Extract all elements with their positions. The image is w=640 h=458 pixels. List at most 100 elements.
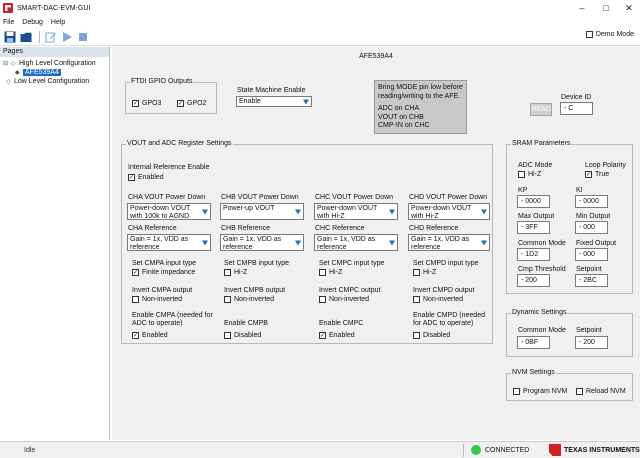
tree-item-label: High Level Configuration <box>19 60 96 67</box>
app-logo-icon <box>3 3 13 13</box>
node-icon: ◆ <box>15 70 20 76</box>
chc-en-row[interactable]: Enabled <box>319 332 355 339</box>
pages-header: Pages <box>0 47 109 57</box>
chb-cmp-out-checkbox[interactable] <box>224 296 231 303</box>
ftdi-gpio-group: FTDI GPIO Outputs GPO3 GPO2 <box>125 78 217 114</box>
run-icon[interactable] <box>60 30 73 43</box>
reload-nvm-row[interactable]: Reload NVM <box>576 388 626 395</box>
chc-cmp-type-row[interactable]: Hi-Z <box>319 269 342 276</box>
tree-item-low-level[interactable]: ◇ Low Level Configuration <box>3 77 109 86</box>
chd-cmp-out-row[interactable]: Non-inverted <box>413 296 463 303</box>
gpio3-checkbox-row[interactable]: GPO3 <box>132 100 161 107</box>
expand-icon[interactable]: ⊟ <box>3 60 11 67</box>
cha-pd-dropdown[interactable]: Power-down VOUT with 100k to AGND <box>127 203 211 220</box>
save-icon[interactable] <box>3 30 16 43</box>
min-out-field[interactable]: - 000 <box>575 221 608 234</box>
menu-debug[interactable]: Debug <box>22 19 43 26</box>
status-bar: Idle CONNECTED TEXAS INSTRUMENTS <box>0 441 640 458</box>
chc-cmp-out-checkbox[interactable] <box>319 296 326 303</box>
menu-help[interactable]: Help <box>51 19 65 26</box>
kp-field[interactable]: - 0000 <box>517 195 550 208</box>
demo-mode-checkbox[interactable] <box>585 31 593 38</box>
chc-en-checkbox[interactable] <box>319 332 326 339</box>
ti-logo: TEXAS INSTRUMENTS <box>549 444 640 456</box>
title-bar: SMART-DAC-EVM-GUI – □ ✕ <box>0 0 640 16</box>
minimize-button[interactable]: – <box>572 0 592 16</box>
tree-item-high-level[interactable]: ⊟ ◇ High Level Configuration <box>3 59 109 68</box>
demo-mode-toggle[interactable]: Demo Mode <box>585 31 634 38</box>
adc-mode-row[interactable]: Hi-Z <box>518 171 541 178</box>
cha-ref-dropdown[interactable]: Gain = 1x, VDD as reference <box>127 234 211 251</box>
edit-icon[interactable] <box>44 30 57 43</box>
cha-en-label: Enable CMPA (needed for ADC to operate) <box>132 312 213 327</box>
fixed-out-field[interactable]: - 000 <box>575 248 608 261</box>
cha-cmp-type-row[interactable]: Finite impedance <box>132 269 195 276</box>
loop-pol-row[interactable]: True <box>585 171 609 178</box>
gpio2-checkbox-row[interactable]: GPO2 <box>177 100 206 107</box>
chc-pd-dropdown[interactable]: Power-down VOUT with Hi-Z <box>314 203 398 220</box>
chb-ref-label: CHB Reference <box>221 225 271 232</box>
cha-pd-label: CHA VOUT Power Down <box>128 194 206 201</box>
open-folder-icon[interactable] <box>19 30 32 43</box>
tree-item-afe539a4[interactable]: ◆ AFE539A4 <box>3 68 109 77</box>
gpio3-checkbox[interactable] <box>132 100 139 107</box>
sram-group: SRAM Parameters ADC Mode Hi-Z Loop Polar… <box>506 140 633 294</box>
chc-en-label: Enable CMPC <box>319 320 364 327</box>
cha-en-row[interactable]: Enabled <box>132 332 168 339</box>
chc-cmp-out-row[interactable]: Non-inverted <box>319 296 369 303</box>
setpoint-field[interactable]: - 2BC <box>575 274 608 287</box>
device-id-field[interactable]: - C <box>560 102 593 115</box>
chevron-down-icon <box>202 240 208 245</box>
common-mode-field[interactable]: - 1D2 <box>517 248 550 261</box>
note-line: reading/writing to the AFE. <box>378 92 461 100</box>
dyn-common-mode-field[interactable]: - 0BF <box>517 336 550 349</box>
dynamic-title: Dynamic Settings <box>511 309 568 316</box>
chc-ref-dropdown[interactable]: Gain = 1x, VDD as reference <box>314 234 398 251</box>
chb-en-row[interactable]: Disabled <box>224 332 261 339</box>
state-machine-dropdown[interactable]: Enable <box>236 96 312 107</box>
dyn-setpoint-field[interactable]: - 200 <box>575 336 608 349</box>
chd-cmp-type-label: Set CMPD input type <box>413 260 479 267</box>
adc-mode-checkbox[interactable] <box>518 171 525 178</box>
cha-cmp-out-checkbox[interactable] <box>132 296 139 303</box>
stop-icon[interactable] <box>76 30 89 43</box>
chevron-down-icon <box>295 240 301 245</box>
menu-file[interactable]: File <box>3 19 14 26</box>
int-ref-checkbox[interactable] <box>128 174 135 181</box>
cha-en-checkbox[interactable] <box>132 332 139 339</box>
cha-cmp-out-row[interactable]: Non-inverted <box>132 296 182 303</box>
reload-nvm-label: Reload NVM <box>586 388 626 395</box>
chb-ref-dropdown[interactable]: Gain = 1x, VDD as reference <box>220 234 304 251</box>
chd-en-checkbox[interactable] <box>413 332 420 339</box>
cmp-thresh-field[interactable]: - 200 <box>517 274 550 287</box>
close-button[interactable]: ✕ <box>619 0 639 16</box>
loop-pol-value: True <box>595 171 610 178</box>
reload-nvm-checkbox[interactable] <box>576 388 583 395</box>
chb-pd-dropdown[interactable]: Power-up VOUT <box>220 203 304 220</box>
connection-text: CONNECTED <box>485 446 530 454</box>
read-button[interactable]: READ <box>530 103 552 116</box>
chb-cmp-type-checkbox[interactable] <box>224 269 231 276</box>
chd-cmp-out-checkbox[interactable] <box>413 296 420 303</box>
cha-cmp-type-checkbox[interactable] <box>132 269 139 276</box>
int-ref-checkbox-row[interactable]: Enabled <box>128 174 164 181</box>
chd-pd-dropdown[interactable]: Power-down VOUT with Hi-Z <box>408 203 490 220</box>
ki-field[interactable]: - 0000 <box>575 195 608 208</box>
maximize-button[interactable]: □ <box>596 0 616 16</box>
chc-cmp-type-checkbox[interactable] <box>319 269 326 276</box>
chb-cmp-type-row[interactable]: Hi-Z <box>224 269 247 276</box>
chd-en-row[interactable]: Disabled <box>413 332 450 339</box>
chd-cmp-type-row[interactable]: Hi-Z <box>413 269 436 276</box>
chc-pd-value: Power-down VOUT with Hi-Z <box>317 205 378 220</box>
loop-pol-checkbox[interactable] <box>585 171 592 178</box>
program-nvm-checkbox[interactable] <box>513 388 520 395</box>
adc-mode-label: ADC Mode <box>518 162 553 169</box>
chb-en-checkbox[interactable] <box>224 332 231 339</box>
gpio2-checkbox[interactable] <box>177 100 184 107</box>
chd-ref-dropdown[interactable]: Gain = 1x, VDD as reference <box>408 234 490 251</box>
note-line: ADC on CHA <box>378 105 420 112</box>
max-out-field[interactable]: - 3FF <box>517 221 550 234</box>
program-nvm-row[interactable]: Program NVM <box>513 388 567 395</box>
chb-cmp-out-row[interactable]: Non-inverted <box>224 296 274 303</box>
chd-cmp-type-checkbox[interactable] <box>413 269 420 276</box>
